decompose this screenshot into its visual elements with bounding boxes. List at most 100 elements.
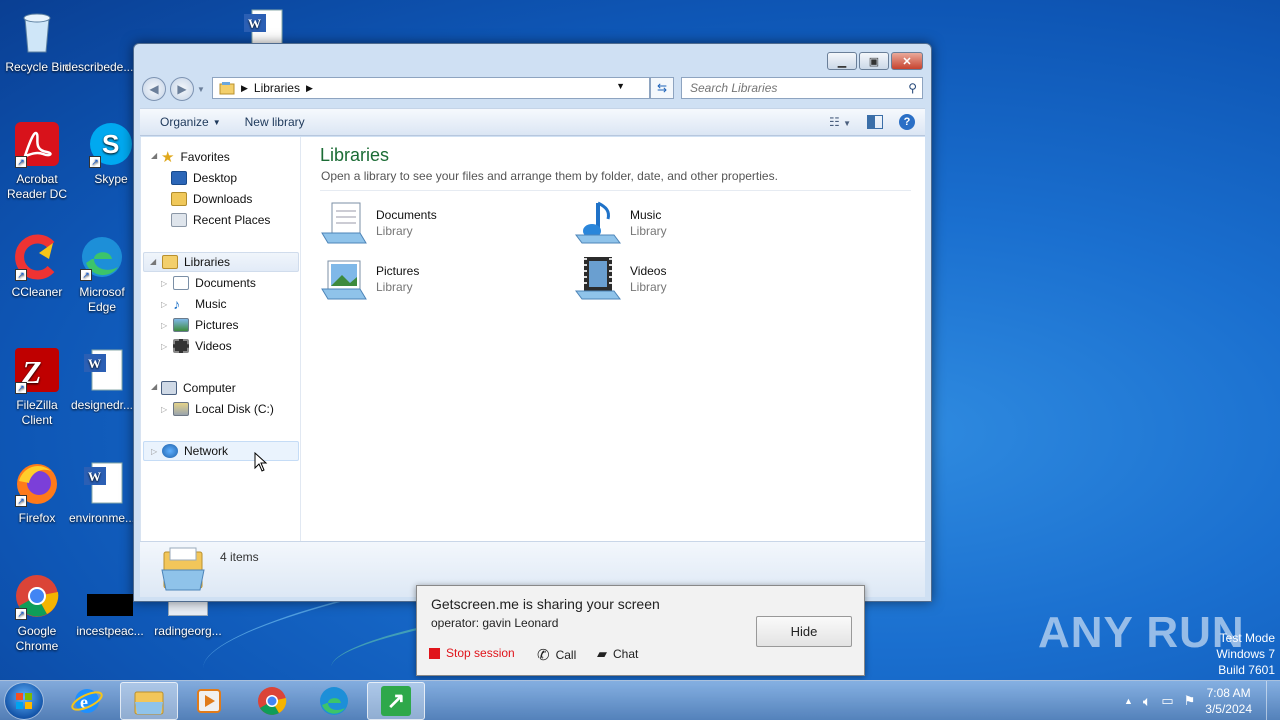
nav-favorites[interactable]: ◢ ★ Favorites [151, 147, 230, 167]
skype-icon: S ↗ [87, 120, 135, 168]
nav-computer[interactable]: ◢ Computer [151, 378, 236, 398]
nav-favorites-item-desktop[interactable]: Desktop [171, 168, 237, 188]
taskbar-getscreen[interactable]: ↗ [367, 682, 425, 720]
nav-favorites-item-downloads[interactable]: Downloads [171, 189, 252, 209]
chat-icon: ▰ [597, 646, 607, 661]
desktop-icon-ccleaner[interactable]: ↗ CCleaner [0, 233, 79, 300]
desktop-icon-filezilla[interactable]: Z ↗ FileZilla Client [0, 346, 79, 428]
desktop-icon-word-doc[interactable]: W environme... [69, 459, 135, 526]
network-icon [162, 444, 178, 458]
change-view-button[interactable]: ☷ ▼ [829, 115, 851, 129]
pictures-library-icon [320, 255, 368, 303]
collapse-triangle-icon[interactable]: ◢ [151, 382, 157, 391]
start-button[interactable] [4, 682, 44, 720]
breadcrumb-arrow-icon: ▶ [241, 82, 248, 93]
forward-button[interactable]: ▶ [170, 77, 194, 101]
preview-pane-button[interactable] [867, 115, 883, 129]
taskbar-media-player[interactable] [180, 682, 238, 720]
recent-places-icon [171, 213, 187, 227]
nav-libraries-item-documents[interactable]: ▷ Documents [161, 273, 256, 293]
svg-text:W: W [88, 469, 101, 484]
shortcut-arrow-icon: ↗ [15, 495, 27, 507]
minimize-button[interactable]: ▁ [827, 52, 857, 70]
volume-icon[interactable]: 🔈︎ [1143, 693, 1151, 710]
music-icon: ♪ [173, 296, 181, 312]
library-item-documents[interactable]: Documents Library [320, 199, 437, 247]
back-button[interactable]: ◀ [142, 77, 166, 101]
hide-button[interactable]: Hide [756, 616, 852, 647]
music-library-icon [574, 199, 622, 247]
search-input[interactable] [690, 81, 900, 95]
nav-favorites-item-recent-places[interactable]: Recent Places [171, 210, 270, 230]
desktop-icon-word-doc-top[interactable]: W [220, 6, 304, 44]
filezilla-icon: Z ↗ [13, 346, 61, 394]
breadcrumb-arrow-icon[interactable]: ▶ [306, 83, 313, 94]
taskbar-chrome[interactable] [243, 682, 301, 720]
network-tray-icon[interactable]: ▭ [1161, 693, 1173, 709]
operator-label: operator: gavin Leonard [431, 616, 559, 630]
show-hidden-icons-button[interactable]: ▲ [1124, 696, 1133, 706]
recycle-bin-icon [13, 8, 61, 56]
expand-triangle-icon[interactable]: ▷ [161, 279, 167, 288]
page-title: Libraries [320, 145, 390, 165]
stop-icon [429, 647, 440, 659]
expand-triangle-icon[interactable]: ▷ [161, 321, 167, 330]
library-item-pictures[interactable]: Pictures Library [320, 255, 419, 303]
shortcut-arrow-icon: ↗ [15, 608, 27, 620]
call-button[interactable]: ✆ Call [537, 646, 576, 664]
page-description: Open a library to see your files and arr… [321, 169, 778, 183]
action-center-flag-icon[interactable]: ⚑ [1184, 693, 1196, 709]
help-icon[interactable]: ? [899, 114, 915, 130]
sharing-title: Getscreen.me is sharing your screen [431, 596, 660, 612]
expand-triangle-icon[interactable]: ▷ [161, 300, 167, 309]
chat-button[interactable]: ▰ Chat [597, 646, 638, 662]
computer-icon [161, 381, 177, 395]
address-dropdown-icon[interactable]: ▼ [616, 81, 625, 91]
desktop-icon-word-doc[interactable]: describede... [64, 8, 134, 75]
edge-icon [320, 687, 348, 715]
expand-triangle-icon[interactable]: ▷ [161, 342, 167, 351]
recent-pages-dropdown-icon[interactable]: ▼ [197, 85, 205, 94]
nav-libraries-item-music[interactable]: ▷ ♪ Music [161, 294, 227, 314]
nav-computer-item-local-disk[interactable]: ▷ Local Disk (C:) [161, 399, 274, 419]
refresh-button[interactable]: ⇆ [650, 77, 674, 99]
getscreen-icon: ↗ [381, 686, 411, 716]
ccleaner-icon: ↗ [13, 233, 61, 281]
nav-libraries-item-videos[interactable]: ▷ Videos [161, 336, 232, 356]
desktop-icon-word-doc[interactable]: W designedr... [69, 346, 135, 413]
nav-libraries[interactable]: ◢ Libraries [143, 252, 299, 272]
expand-triangle-icon[interactable]: ▷ [151, 447, 157, 456]
desktop-icon-firefox[interactable]: ↗ Firefox [0, 459, 79, 526]
search-box[interactable]: ⚲ [681, 77, 923, 99]
svg-text:W: W [88, 356, 101, 371]
search-icon[interactable]: ⚲ [908, 81, 917, 95]
nav-libraries-item-pictures[interactable]: ▷ Pictures [161, 315, 239, 335]
expand-triangle-icon[interactable]: ▷ [161, 405, 167, 414]
taskbar-internet-explorer[interactable]: e [58, 682, 116, 720]
maximize-button[interactable]: ▣ [859, 52, 889, 70]
close-button[interactable]: ✕ [891, 52, 923, 70]
edge-icon: ↗ [78, 233, 126, 281]
stop-session-button[interactable]: Stop session [429, 646, 515, 660]
libraries-view: Libraries Open a library to see your fil… [302, 137, 925, 541]
nav-network[interactable]: ▷ Network [143, 441, 299, 461]
navigation-pane: ◢ ★ Favorites Desktop Downloads Recent P… [141, 137, 301, 541]
libraries-folder-icon [160, 546, 208, 595]
clock[interactable]: 7:08 AM 3/5/2024 [1205, 685, 1252, 717]
taskbar-edge[interactable] [305, 682, 363, 720]
collapse-triangle-icon[interactable]: ◢ [151, 151, 157, 160]
collapse-triangle-icon[interactable]: ◢ [150, 257, 156, 266]
library-item-music[interactable]: Music Library [574, 199, 667, 247]
organize-button[interactable]: Organize ▼ [148, 115, 233, 129]
show-desktop-button[interactable] [1266, 681, 1280, 720]
breadcrumb-libraries[interactable]: Libraries [254, 81, 300, 95]
address-bar[interactable]: ▶ Libraries ▶ ▼ [212, 77, 650, 99]
star-icon: ★ [161, 149, 175, 166]
desktop-icon-acrobat[interactable]: ↗ Acrobat Reader DC [0, 120, 79, 202]
taskbar-explorer[interactable] [120, 682, 178, 720]
screen-sharing-notification: Getscreen.me is sharing your screen oper… [416, 585, 865, 676]
new-library-button[interactable]: New library [233, 115, 317, 129]
desktop-icon-edge[interactable]: ↗ Microsof Edge [69, 233, 135, 315]
downloads-folder-icon [171, 192, 187, 206]
library-item-videos[interactable]: Videos Library [574, 255, 667, 303]
